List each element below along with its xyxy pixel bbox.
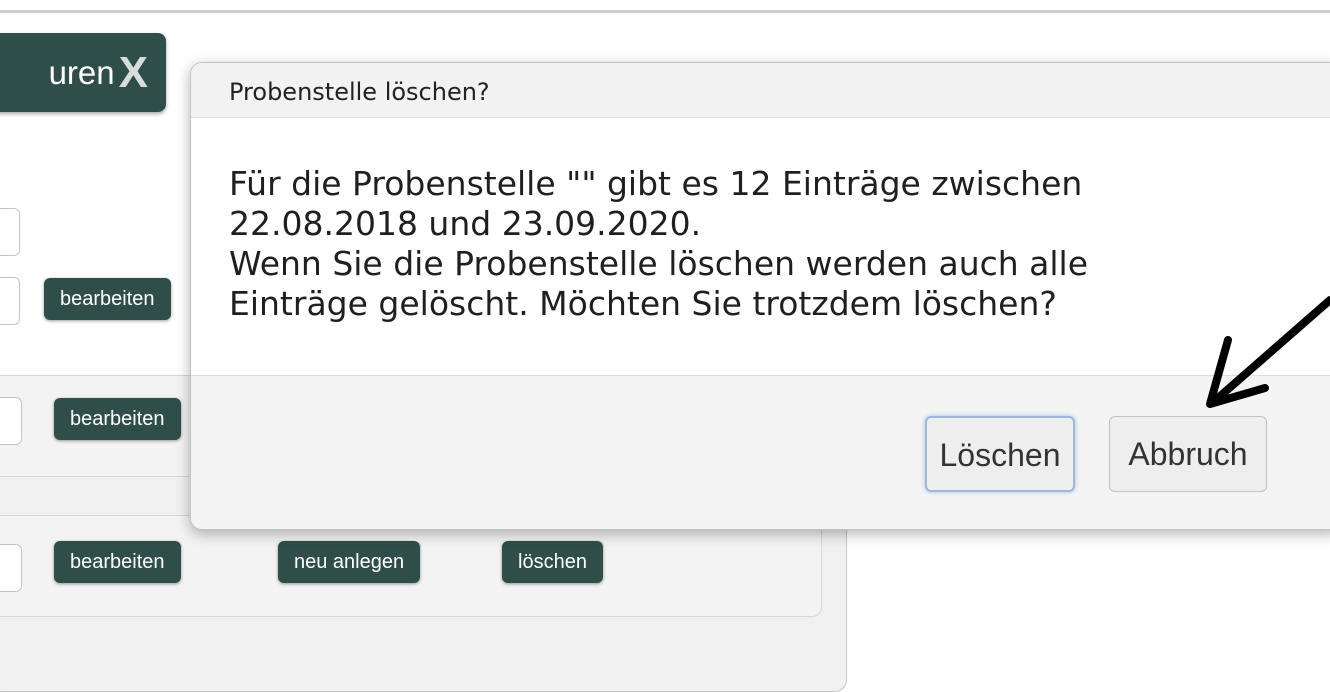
annotation-arrow-icon [1206,296,1330,408]
